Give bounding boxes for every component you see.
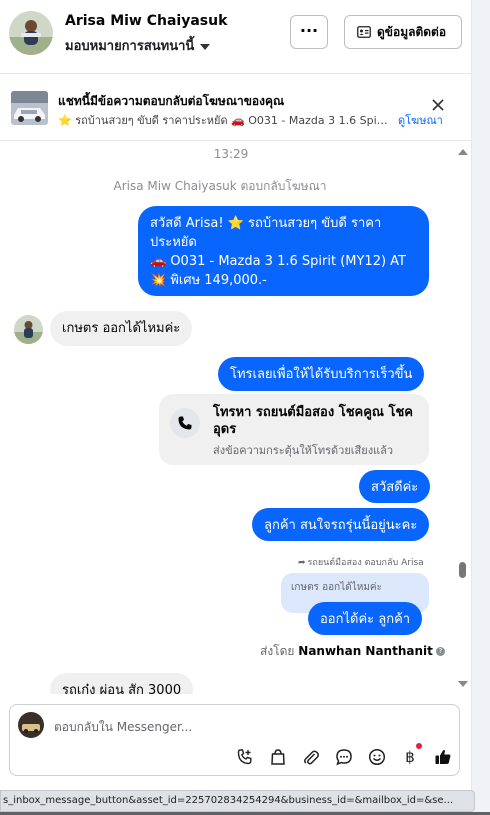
- scroll-down-arrow-icon[interactable]: [458, 681, 468, 687]
- conversation-header: Arisa Miw Chaiyasuk มอบหมายการสนทนานี้ ·…: [0, 0, 471, 74]
- scroll-up-arrow-icon[interactable]: [458, 149, 468, 155]
- page-avatar: [18, 712, 44, 738]
- ad-message-bubble[interactable]: สวัสดี Arisa! ⭐ รถบ้านสวยๆ ขับดี ราคา ปร…: [138, 206, 429, 296]
- reply-indicator: ➦ รถยนต์มือสอง ตอบกลับ Arisa: [298, 555, 424, 569]
- thumbs-up-icon[interactable]: [432, 746, 454, 768]
- emoji-icon[interactable]: [366, 746, 388, 768]
- ad-reply-banner: แชทนี้มีข้อความตอบกลับต่อโฆษณาของคุณ ⭐ ร…: [0, 75, 471, 141]
- outgoing-message[interactable]: สวัสดีค่ะ: [359, 470, 431, 503]
- outgoing-reply-message[interactable]: ออกได้ค่ะ ลูกค้า: [308, 602, 423, 635]
- view-contact-info-button[interactable]: ดูข้อมูลติดต่อ: [344, 15, 462, 49]
- contact-avatar[interactable]: [9, 11, 53, 55]
- view-ad-link[interactable]: ดูโฆษณา: [398, 111, 443, 129]
- call-card-title: โทรหา รถยนต์มือสอง โชคคูณ โชค อุดร: [213, 405, 414, 437]
- caret-down-icon: [200, 43, 211, 50]
- message-composer[interactable]: ตอบกลับใน Messenger... ฿: [9, 704, 460, 776]
- notification-dot: [416, 743, 422, 749]
- messenger-panel: Arisa Miw Chaiyasuk มอบหมายการสนทนานี้ ·…: [0, 0, 471, 815]
- more-options-button[interactable]: ···: [290, 15, 328, 49]
- phone-icon: [170, 408, 200, 438]
- ad-thumbnail: [11, 91, 48, 125]
- ad-message-line: 💥 พิเศษ 149,000.-: [150, 273, 267, 288]
- outgoing-message[interactable]: โทรเลยเพื่อให้ได้รับบริการเร็วขึ้น: [218, 357, 425, 391]
- scrollbar-thumb[interactable]: [459, 562, 466, 578]
- incoming-message[interactable]: รถเก๋ง ผ่อน สัก 3000: [50, 673, 194, 694]
- assign-label: มอบหมายการสนทนานี้: [65, 39, 195, 54]
- outgoing-message[interactable]: ลูกค้า สนใจรถรุ่นนี้อยู่นะคะ: [252, 508, 430, 541]
- ad-message-line: สวัสดี Arisa! ⭐ รถบ้านสวยๆ ขับดี ราคา: [150, 216, 382, 231]
- reply-arrow-icon: ➦: [298, 558, 306, 568]
- close-icon[interactable]: [430, 97, 446, 113]
- sent-by-line: ส่งโดย Nanwhan Nanthanit?: [260, 642, 445, 661]
- browser-status-bar: s_inbox_message_button&asset_id=22570283…: [0, 790, 475, 812]
- info-icon[interactable]: ?: [435, 647, 445, 656]
- contact-card-icon: [357, 26, 371, 38]
- call-card-subtitle: ส่งข้อความกระตุ้นให้โทรด้วยเสียงแล้ว: [213, 444, 394, 457]
- contact-info-label: ดูข้อมูลติดต่อ: [377, 24, 447, 39]
- chat-scrollbar[interactable]: [455, 142, 469, 694]
- sent-by-name: Nanwhan Nanthanit: [298, 644, 433, 658]
- window-edge: [471, 0, 490, 815]
- ad-message-line: ประหยัด: [150, 235, 197, 250]
- saved-reply-icon[interactable]: [333, 746, 355, 768]
- ad-message-line: 🚗 O031 - Mazda 3 1.6 Spirit (MY12) AT: [150, 254, 406, 269]
- sender-avatar[interactable]: [14, 315, 43, 344]
- ad-banner-title: แชทนี้มีข้อความตอบกลับต่อโฆษณาของคุณ: [58, 94, 285, 108]
- call-prompt-card[interactable]: โทรหา รถยนต์มือสอง โชคคูณ โชค อุดร ส่งข้…: [159, 394, 429, 465]
- assign-conversation-dropdown[interactable]: มอบหมายการสนทนานี้: [65, 35, 211, 56]
- reply-indicator-text: รถยนต์มือสอง ตอบกลับ Arisa: [307, 558, 424, 568]
- incoming-message[interactable]: เกษตร ออกได้ไหมค่ะ: [50, 311, 193, 346]
- shopping-bag-icon[interactable]: [267, 746, 289, 768]
- attachment-icon[interactable]: [300, 746, 322, 768]
- message-thread[interactable]: 13:29 Arisa Miw Chaiyasuk ตอบกลับโฆษณา ส…: [0, 142, 471, 694]
- message-timestamp: 13:29: [213, 147, 249, 161]
- ad-banner-subtitle: ⭐ รถบ้านสวยๆ ขับดี ราคาประหยัด 🚗 O031 - …: [58, 114, 392, 127]
- reply-input[interactable]: ตอบกลับใน Messenger...: [54, 718, 192, 737]
- baht-payment-icon[interactable]: ฿: [399, 743, 422, 768]
- contact-name[interactable]: Arisa Miw Chaiyasuk: [65, 13, 227, 29]
- call-tag-icon[interactable]: [234, 746, 256, 768]
- composer-toolbar: ฿: [234, 743, 454, 770]
- system-note: Arisa Miw Chaiyasuk ตอบกลับโฆษณา: [113, 179, 327, 193]
- sent-by-prefix: ส่งโดย: [260, 644, 295, 658]
